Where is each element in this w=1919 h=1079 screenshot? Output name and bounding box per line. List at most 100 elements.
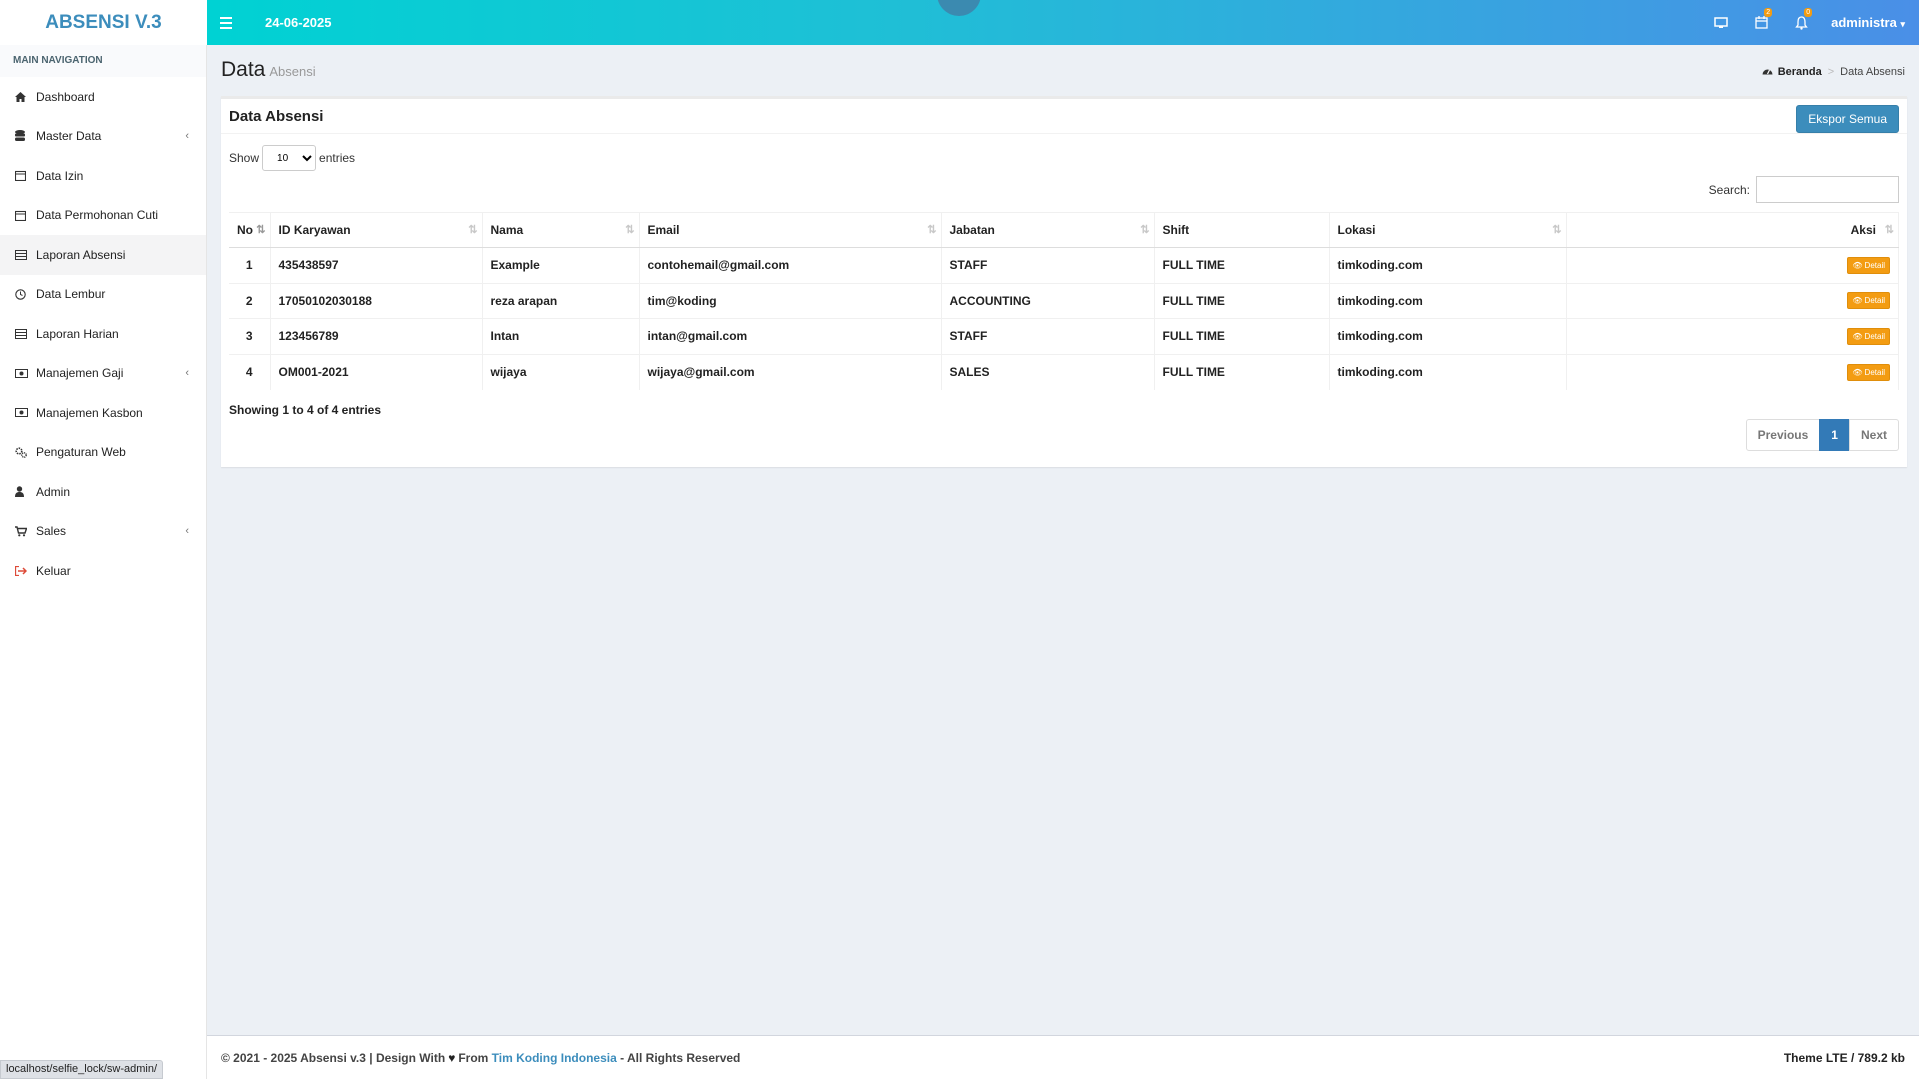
sidebar-item-manajemen-kasbon[interactable]: Manajemen Kasbon (0, 393, 206, 433)
list-icon (15, 249, 36, 260)
cell-lokasi: timkoding.com (1329, 247, 1567, 283)
breadcrumb-home[interactable]: Beranda (1762, 66, 1822, 78)
sidebar-item-pengaturan-web[interactable]: Pengaturan Web (0, 433, 206, 473)
column-header-no[interactable]: No ⇅ (229, 212, 271, 248)
database-icon (15, 130, 36, 142)
page-length-control: Show 10 entries (229, 145, 355, 171)
detail-button[interactable]: 👁 Detail (1847, 256, 1890, 274)
sidebar-item-label: Admin (36, 484, 71, 499)
sidebar-item-data-permohonan-cuti[interactable]: Data Permohonan Cuti (0, 196, 206, 236)
export-all-button[interactable]: Ekspor Semua (1796, 105, 1899, 133)
column-header-lokasi[interactable]: Lokasi ⇅ (1329, 212, 1567, 248)
cell-jabatan: SALES (941, 353, 1155, 390)
sidebar-item-data-lembur[interactable]: Data Lembur (0, 275, 206, 315)
navbar-right: 2 0 administra ▾ (1701, 0, 1919, 45)
breadcrumb-separator: > (1827, 66, 1835, 78)
sidebar-item-label: Data Permohonan Cuti (36, 208, 159, 223)
bell-badge: 0 (1804, 8, 1813, 17)
cell-nama: wijaya (482, 353, 640, 390)
column-header-id-karyawan[interactable]: ID Karyawan ⇅ (270, 212, 483, 248)
column-header-email[interactable]: Email ⇅ (639, 212, 942, 248)
pagination-previous[interactable]: Previous (1745, 419, 1821, 451)
heart-icon: ♥ (448, 1050, 456, 1065)
footer-from: From (458, 1050, 489, 1065)
sidebar-item-label: Manajemen Gaji (36, 366, 124, 381)
sidebar-item-manajemen-gaji[interactable]: Manajemen Gaji ‹ (0, 354, 206, 394)
sidebar-item-keluar[interactable]: Keluar (0, 551, 206, 591)
box-header: Data Absensi Ekspor Semua (221, 99, 1907, 134)
page-length-select[interactable]: 10 (262, 145, 317, 171)
cell-nama: Example (482, 247, 640, 283)
sidebar-item-label: Dashboard (36, 89, 95, 104)
cell-lokasi: timkoding.com (1329, 282, 1567, 319)
sidebar-item-admin[interactable]: Admin (0, 472, 206, 512)
bell-icon[interactable]: 0 (1781, 0, 1821, 45)
chevron-left-icon: ‹ (185, 524, 189, 537)
desktop-icon[interactable] (1701, 0, 1741, 45)
app-logo[interactable]: ABSENSI V.3 (0, 0, 207, 45)
sidebar-item-laporan-harian[interactable]: Laporan Harian (0, 314, 206, 354)
sidebar-item-laporan-absensi[interactable]: Laporan Absensi (0, 235, 206, 275)
eye-icon: 👁 (1852, 296, 1863, 306)
sign-out-icon (15, 565, 36, 576)
column-header-jabatan[interactable]: Jabatan ⇅ (941, 212, 1155, 248)
pagination-page-1[interactable]: 1 (1819, 419, 1850, 451)
chevron-left-icon: ‹ (185, 366, 189, 379)
detail-button[interactable]: 👁 Detail (1847, 363, 1890, 381)
detail-button[interactable]: 👁 Detail (1847, 327, 1890, 345)
pagination: Previous 1 Next (1745, 419, 1899, 451)
cell-nama: Intan (482, 318, 640, 354)
cell-id-karyawan: 435438597 (270, 247, 483, 283)
sidebar-item-label: Sales (36, 524, 67, 539)
cell-shift: FULL TIME (1154, 247, 1330, 283)
cell-id-karyawan: OM001-2021 (270, 353, 483, 390)
sidebar-item-label: Master Data (36, 129, 102, 144)
cell-email: contohemail@gmail.com (639, 247, 942, 283)
search-control: Search: (1709, 176, 1899, 203)
sort-icon: ⇅ (1552, 224, 1561, 236)
detail-button[interactable]: 👁 Detail (1847, 292, 1890, 310)
browser-status-bar: localhost/selfie_lock/sw-admin/ (0, 1060, 164, 1079)
caret-down-icon: ▾ (1900, 19, 1905, 29)
breadcrumb-current: Data Absensi (1840, 66, 1905, 78)
table-row: 4 OM001-2021 wijaya wijaya@gmail.com SAL… (229, 353, 1899, 390)
footer-link[interactable]: Tim Koding Indonesia (492, 1051, 617, 1065)
column-header-aksi[interactable]: Aksi ⇅ (1566, 212, 1899, 248)
sidebar-item-label: Data Izin (36, 168, 84, 183)
show-label: Show (229, 151, 260, 165)
column-header-nama[interactable]: Nama ⇅ (482, 212, 640, 248)
calendar-icon[interactable]: 2 (1741, 0, 1781, 45)
sidebar-item-master-data[interactable]: Master Data ‹ (0, 117, 206, 157)
sort-asc-icon: ⇅ (256, 224, 265, 236)
cell-jabatan: STAFF (941, 318, 1155, 354)
sidebar-item-label: Keluar (36, 563, 71, 578)
box-title: Data Absensi (229, 107, 324, 125)
cell-shift: FULL TIME (1154, 318, 1330, 354)
cell-shift: FULL TIME (1154, 353, 1330, 390)
cell-jabatan: STAFF (941, 247, 1155, 283)
cell-email: tim@koding (639, 282, 942, 319)
cell-shift: FULL TIME (1154, 282, 1330, 319)
table-header-row: No ⇅ ID Karyawan ⇅ Nama ⇅ Email ⇅ Jabatan ⇅ S… (229, 212, 1899, 248)
home-icon (15, 91, 36, 102)
chevron-left-icon: ‹ (185, 129, 189, 142)
sort-icon: ⇅ (468, 224, 477, 236)
list-icon (15, 328, 36, 339)
table-info: Showing 1 to 4 of 4 entries (229, 403, 382, 417)
entries-label: entries (319, 151, 356, 165)
column-header-shift[interactable]: Shift (1154, 212, 1330, 248)
sidebar-item-dashboard[interactable]: Dashboard (0, 77, 206, 117)
sidebar-item-label: Laporan Harian (36, 326, 119, 341)
sidebar-toggle-icon[interactable] (220, 16, 240, 29)
search-input[interactable] (1756, 176, 1899, 203)
user-icon (15, 486, 36, 498)
user-menu[interactable]: administra ▾ (1821, 15, 1919, 30)
detail-label: Detail (1864, 296, 1885, 306)
clock-icon (15, 289, 36, 300)
sidebar-item-sales[interactable]: Sales ‹ (0, 512, 206, 552)
current-date: 24-06-2025 (265, 15, 332, 30)
pagination-next[interactable]: Next (1848, 419, 1899, 451)
eye-icon: 👁 (1852, 367, 1863, 377)
sidebar-item-data-izin[interactable]: Data Izin (0, 156, 206, 196)
sidebar-header: MAIN NAVIGATION (0, 45, 206, 77)
